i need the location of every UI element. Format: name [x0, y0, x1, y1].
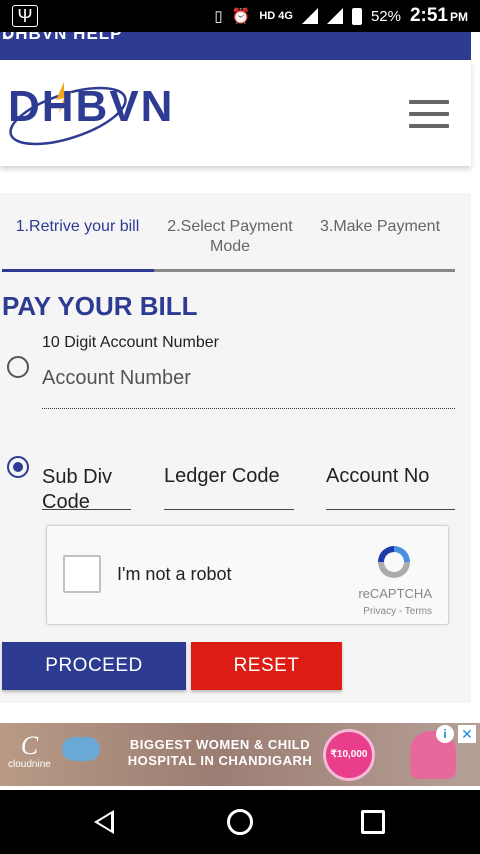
app-header: DHBVN	[0, 60, 471, 166]
recaptcha-label: I'm not a robot	[117, 564, 232, 584]
back-icon[interactable]	[94, 810, 114, 834]
account-number-underline	[42, 408, 455, 409]
pay-bill-card: 1.Retrive your bill 2.Select Payment Mod…	[0, 193, 471, 703]
alarm-icon: ⏰	[231, 8, 251, 25]
ledger-code-underline	[164, 509, 294, 510]
ad-close-icon[interactable]: ✕	[458, 725, 476, 743]
ad-info-icon[interactable]: i	[436, 725, 454, 743]
android-nav-bar	[0, 790, 480, 854]
chevron-down-icon[interactable]: ⌄	[2, 32, 451, 43]
ad-banner[interactable]: C cloudnine BIGGEST WOMEN & CHILD HOSPIT…	[0, 723, 480, 786]
recaptcha-brand: reCAPTCHA	[358, 586, 432, 601]
vibrate-icon: ▯	[214, 8, 223, 25]
account-number-input[interactable]: Account Number	[42, 367, 191, 390]
hamburger-menu-icon[interactable]	[409, 100, 449, 128]
steps-progress-active	[2, 269, 154, 272]
steps-progress-line	[2, 269, 455, 272]
subdiv-code-underline	[42, 509, 131, 510]
proceed-button[interactable]: PROCEED	[2, 642, 186, 690]
battery-icon	[351, 7, 362, 25]
battery-percent: 52%	[370, 7, 401, 25]
step-select-payment-mode[interactable]: 2.Select Payment Mode	[155, 217, 305, 257]
recaptcha-checkbox[interactable]	[63, 555, 101, 593]
ad-brand-logo: C cloudnine	[8, 731, 51, 771]
step-make-payment[interactable]: 3.Make Payment	[305, 217, 455, 257]
recaptcha-privacy-terms[interactable]: Privacy - Terms	[363, 606, 432, 617]
radio-account-number[interactable]	[7, 356, 29, 378]
status-icons: ▯ ⏰ HD 4G 52% 2:51 PM	[214, 5, 468, 27]
signal-icon-2	[326, 8, 343, 24]
cloud-icon	[62, 737, 100, 761]
status-bar: Ψ ▯ ⏰ HD 4G 52% 2:51 PM	[0, 0, 480, 32]
network-type: HD 4G	[259, 10, 293, 22]
recaptcha-widget: I'm not a robot reCAPTCHA Privacy - Term…	[46, 525, 449, 625]
subdiv-code-input[interactable]: Sub Div Code	[42, 465, 132, 515]
radio-subdiv-ledger[interactable]	[7, 456, 29, 478]
ad-headline: BIGGEST WOMEN & CHILD HOSPITAL IN CHANDI…	[127, 737, 313, 768]
home-icon[interactable]	[227, 809, 253, 835]
clock: 2:51	[409, 5, 448, 26]
account-no-underline	[326, 509, 455, 510]
ledger-code-input[interactable]: Ledger Code	[164, 465, 280, 488]
option1-caption: 10 Digit Account Number	[42, 334, 219, 351]
step-retrieve-bill[interactable]: 1.Retrive your bill	[0, 217, 155, 257]
reset-button[interactable]: RESET	[191, 642, 342, 690]
steps-tabs: 1.Retrive your bill 2.Select Payment Mod…	[0, 217, 471, 257]
recent-apps-icon[interactable]	[361, 810, 385, 834]
logo-text: DHBVN	[8, 82, 175, 131]
usb-icon: Ψ	[12, 5, 38, 27]
signal-icon	[301, 8, 318, 24]
clock-ampm: PM	[450, 10, 468, 24]
top-help-strip[interactable]: DHBVN HELP ⌄	[0, 32, 471, 60]
ad-offer-badge: ₹10,000	[323, 729, 375, 781]
page-title: PAY YOUR BILL	[2, 291, 198, 321]
account-no-input[interactable]: Account No	[326, 465, 429, 488]
recaptcha-icon	[378, 546, 410, 578]
